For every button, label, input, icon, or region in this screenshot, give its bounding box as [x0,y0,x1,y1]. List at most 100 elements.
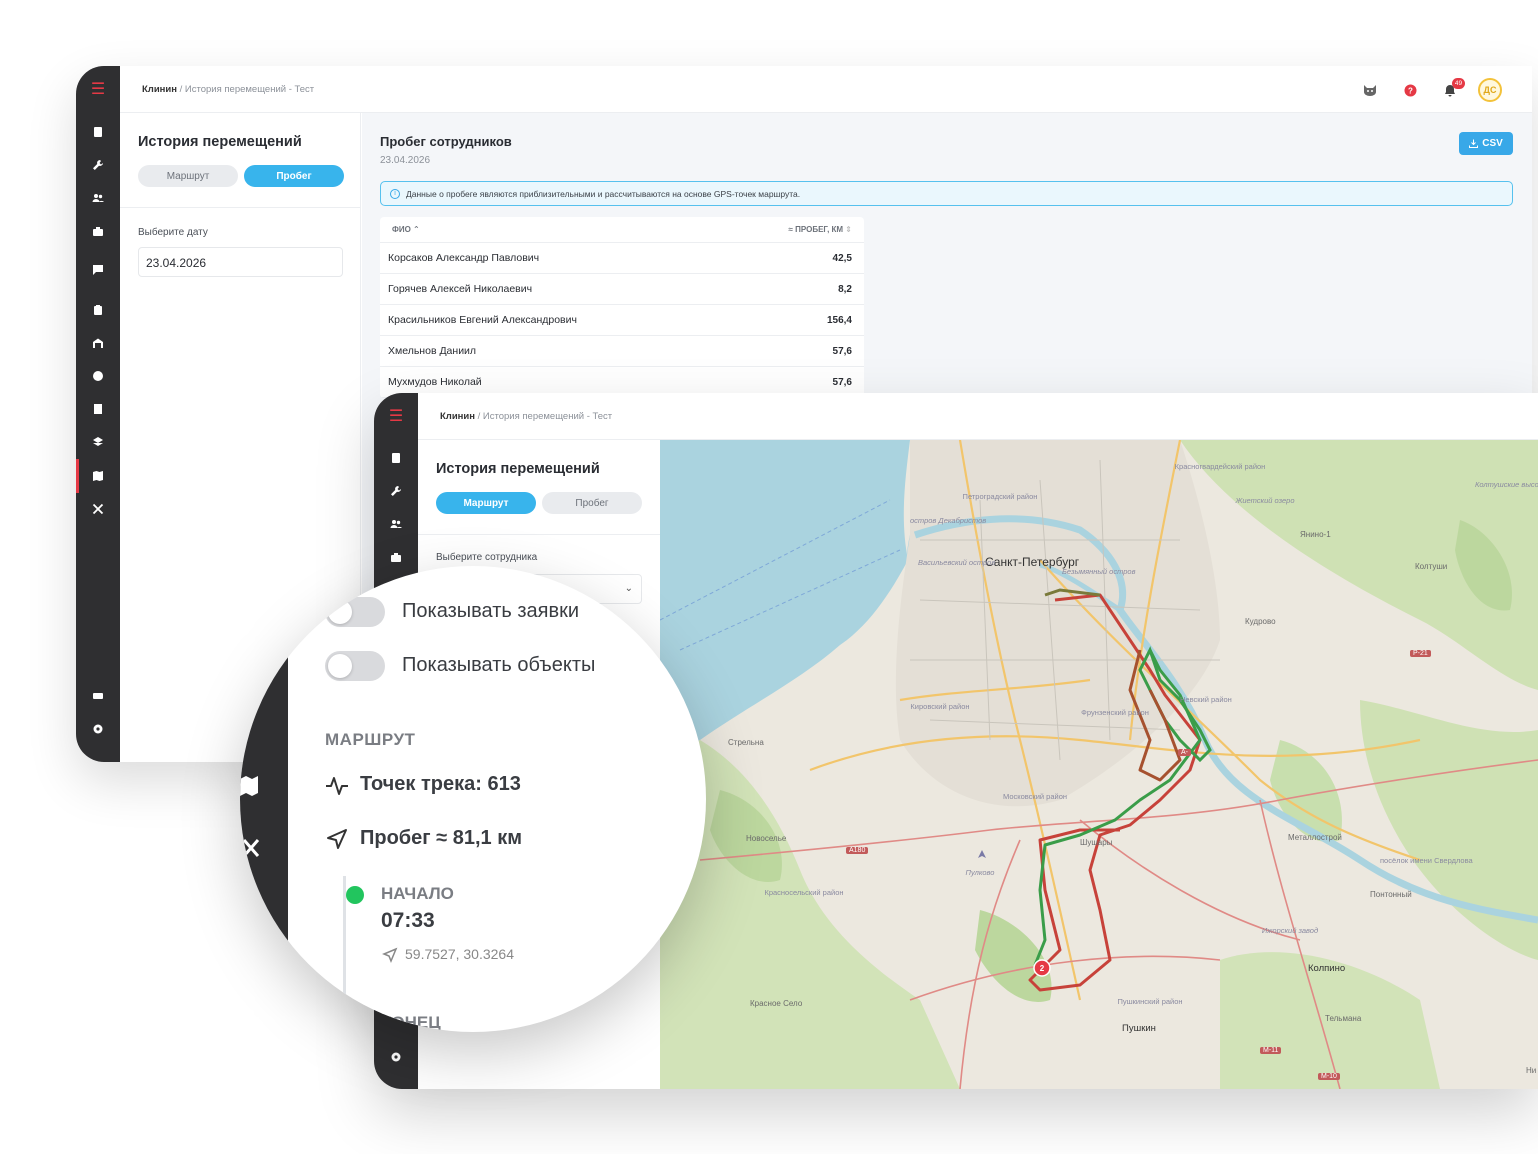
map-label-zhiteskiy: Жиетский озеро [1235,496,1295,505]
map-label-dekabr: остров Декабристов [910,516,987,525]
tab-route[interactable]: Маршрут [138,165,238,187]
col-name-header[interactable]: ФИО ⌃ [392,225,420,234]
cat-icon[interactable] [1350,78,1390,102]
row-name: Мухмудов Николай [388,376,482,388]
map-label-kirov: Кировский район [910,702,970,711]
col-km-label: ≈ ПРОБЕГ, КМ [788,225,844,234]
csv-label: CSV [1482,138,1503,149]
map-label-ni: Ни [1526,1066,1537,1075]
tools-icon [242,839,260,857]
tab-mileage[interactable]: Пробег [244,165,344,187]
map-canvas: 2 [660,440,1538,1089]
settings-icon[interactable] [76,719,120,739]
map-label-moskov: Московский район [1002,792,1068,801]
topbar-icons: ? 49 ДС [1350,78,1510,102]
map-label-sverdlova: посёлок имени Свердлова [1380,856,1473,865]
chart-pie-icon[interactable] [76,366,120,386]
map-label-pulkovo: Пулково [965,868,995,877]
settings-icon[interactable] [374,1047,418,1067]
map-road-a180: А180 [846,847,869,854]
show-requests-label: Показывать заявки [402,600,580,622]
show-requests-toggle[interactable] [325,597,385,627]
info-icon: i [390,188,400,199]
report-icon[interactable] [76,399,120,419]
warehouse-icon[interactable] [76,333,120,353]
map-label-vasil: Васильевский остров [918,558,996,567]
clipboard-icon[interactable] [76,300,120,320]
date-label: Выберите дату [138,227,208,238]
avatar[interactable]: ДС [1470,78,1510,102]
mode-switch: Маршрут Пробег [436,492,642,514]
divider [418,534,660,535]
employee-label: Выберите сотрудника [436,552,538,563]
list-icon[interactable] [76,122,120,142]
tab-route[interactable]: Маршрут [436,492,536,514]
map-label-pushkin: Пушкин [1122,1023,1156,1034]
location-arrow-icon [382,947,398,963]
map-layers-icon[interactable] [76,432,120,452]
bell-icon[interactable]: 49 [1430,78,1470,102]
row-km: 156,4 [826,314,852,326]
notification-badge: 49 [1452,78,1465,89]
map-label-metallostroy: Металлострой [1288,833,1342,842]
zoom-lens: Показывать заявки Показывать объекты МАР… [240,566,706,1032]
map-road-a: А- [1178,749,1191,756]
map-road-m11: М-11 [1260,1047,1282,1054]
table-header: ФИО ⌃ ≈ ПРОБЕГ, КМ ⇕ [380,217,864,243]
list-icon[interactable] [374,448,418,468]
page-title: История перемещений [436,461,600,477]
chevron-down-icon: ⌄ [624,583,633,594]
row-km: 8,2 [838,283,852,295]
show-objects-toggle[interactable] [325,651,385,681]
activity-icon [326,777,348,795]
help-icon[interactable]: ? [1390,78,1430,102]
breadcrumb-company[interactable]: Клинин [142,84,177,95]
mileage-date: 23.04.2026 [380,155,431,166]
table-row[interactable]: Красильников Евгений Александрович 156,4 [380,305,864,336]
breadcrumb-page: История перемещений - Тест [482,411,613,422]
date-field[interactable]: 23.04.2026 [138,247,343,277]
avatar-initials: ДС [1478,78,1502,102]
map-icon[interactable] [76,466,120,486]
map-label-kolpino: Колпино [1308,963,1346,974]
map-label-koltushskie: Колтушские высоты [1475,480,1538,489]
breadcrumb-company[interactable]: Клинин [440,411,475,422]
menu-icon[interactable]: ☰ [374,405,418,427]
row-km: 57,6 [832,376,852,388]
topbar: Клинин / История перемещений - Тест [418,393,1538,440]
mileage-table: ФИО ⌃ ≈ ПРОБЕГ, КМ ⇕ Корсаков Александр … [380,217,864,398]
wrench-icon[interactable] [76,155,120,175]
col-name-label: ФИО [392,225,411,234]
map-label-izhorsky: Ижорский завод [1261,926,1319,935]
chat-icon[interactable] [76,260,120,280]
start-time: 07:33 [381,909,435,932]
mode-switch: Маршрут Пробег [138,165,344,187]
briefcase-icon[interactable] [374,547,418,567]
csv-export-button[interactable]: CSV [1459,132,1513,155]
breadcrumb-separator: / [477,411,481,422]
wrench-icon[interactable] [374,481,418,501]
table-row[interactable]: Горячев Алексей Николаевич 8,2 [380,274,864,305]
col-km-header[interactable]: ≈ ПРОБЕГ, КМ ⇕ [789,225,852,234]
timeline-line [343,876,346,1032]
info-text: Данные о пробеге являются приблизительны… [406,188,801,199]
map-label-novoselie: Новоселье [746,834,787,843]
briefcase-icon[interactable] [76,221,120,241]
table-row[interactable]: Хмельнов Даниил 57,6 [380,336,864,367]
tools-icon[interactable] [76,499,120,519]
map-road-r21: Р-21 [1410,650,1431,657]
users-icon[interactable] [374,514,418,534]
map-label-frunze: Фрунзенский район [1081,708,1149,717]
menu-icon[interactable]: ☰ [76,78,120,100]
lens-sidebar [240,566,288,1032]
card-icon[interactable] [76,686,120,706]
breadcrumb: Клинин / История перемещений - Тест [440,411,612,422]
users-icon[interactable] [76,188,120,208]
route-map[interactable]: 2 Санкт-Петербург Петроградский район Кр… [660,440,1538,1089]
svg-text:?: ? [1408,86,1413,95]
table-row[interactable]: Корсаков Александр Павлович 42,5 [380,243,864,274]
breadcrumb: Клинин / История перемещений - Тест [142,84,314,95]
tab-mileage[interactable]: Пробег [542,492,642,514]
map-label-pushkinsky: Пушкинский район [1117,997,1183,1006]
start-coordinates[interactable]: 59.7527, 30.3264 [405,946,514,962]
